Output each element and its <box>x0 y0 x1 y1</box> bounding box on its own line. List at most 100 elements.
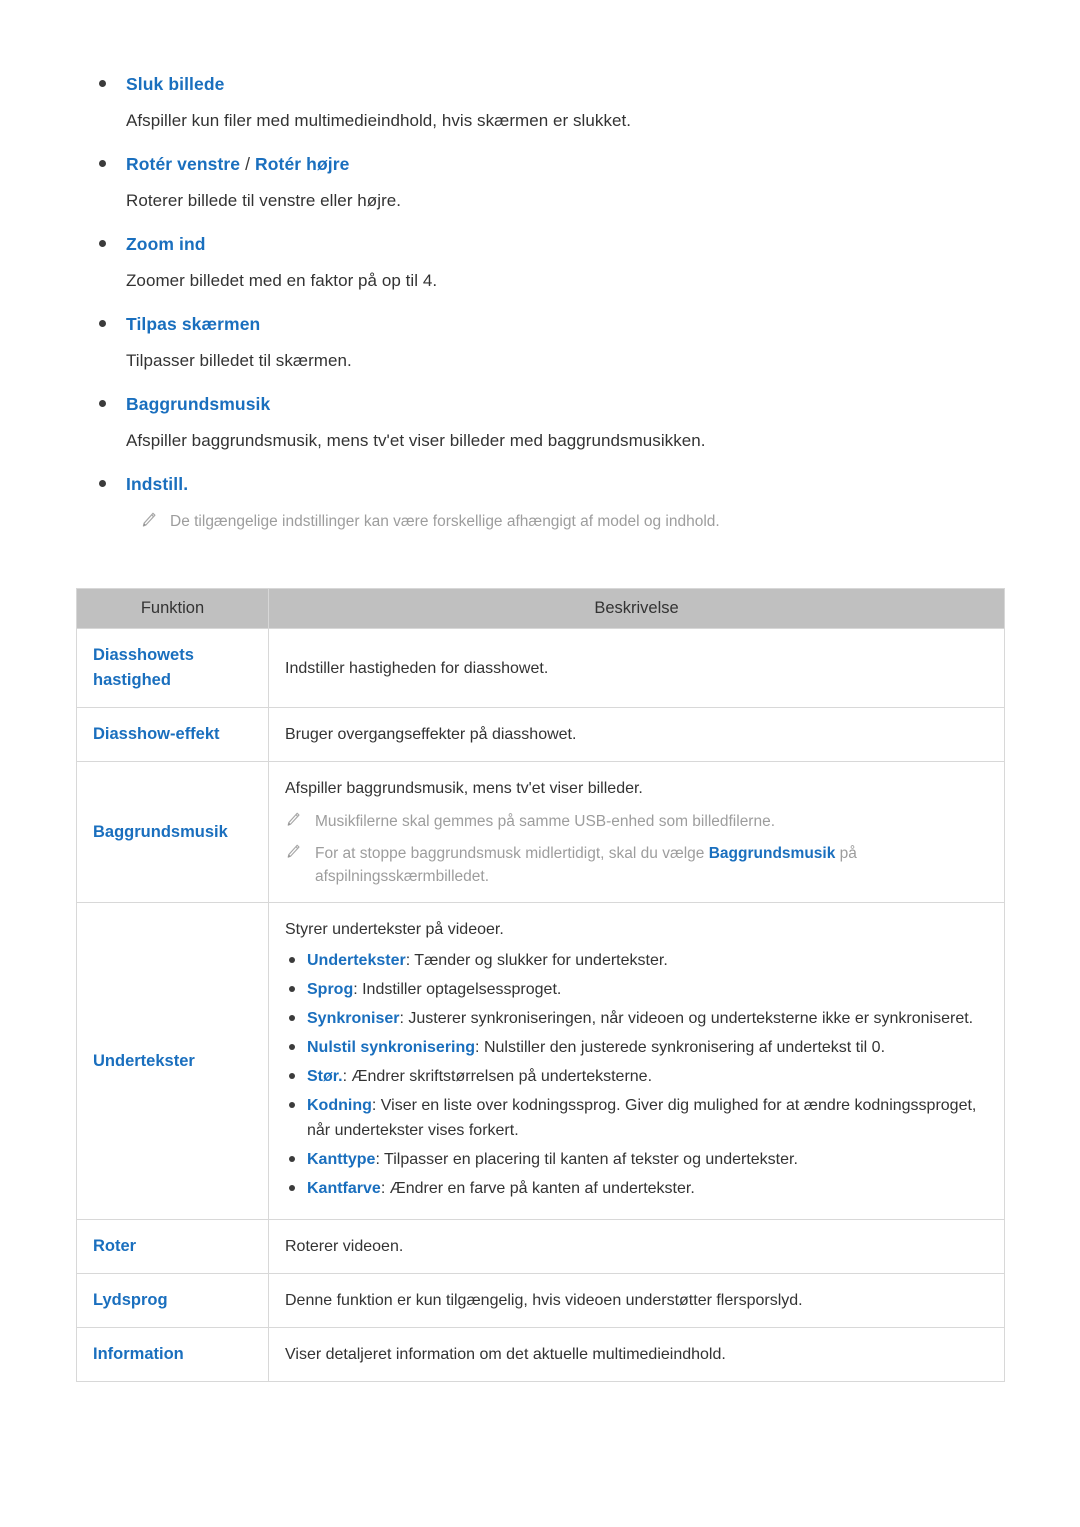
feature-link[interactable]: Rotér venstre <box>126 154 240 174</box>
page-note-text: De tilgængelige indstillinger kan være f… <box>170 513 720 530</box>
option-description: : Tilpasser en placering til kanten af t… <box>375 1151 798 1168</box>
description-text: Denne funktion er kun tilgængelig, hvis … <box>285 1292 803 1309</box>
list-item: Kodning: Viser en liste over kodningsspr… <box>285 1093 988 1143</box>
list-item: Sprog: Indstiller optagelsessproget. <box>285 977 988 1002</box>
pencil-icon <box>285 812 300 829</box>
table-row: Undertekster Styrer undertekster på video… <box>76 902 1005 1220</box>
feature-link[interactable]: Zoom ind <box>126 234 206 254</box>
description-bullet-list: Undertekster: Tænder og slukker for unde… <box>285 948 988 1201</box>
table-body: Diasshowets hastighed Indstiller hastighe… <box>76 628 1005 1382</box>
table-cell-function[interactable]: Information <box>76 1327 269 1382</box>
list-item: Undertekster: Tænder og slukker for unde… <box>285 948 988 973</box>
table-cell-function[interactable]: Roter <box>76 1219 269 1274</box>
feature-item: Baggrundsmusik Afspiller baggrundsmusik, … <box>96 392 1016 454</box>
bullet-icon <box>289 1102 295 1108</box>
inline-link[interactable]: Baggrundsmusik <box>709 845 836 862</box>
table-cell-description: Afspiller baggrundsmusik, mens tv'et vis… <box>268 761 1005 903</box>
option-name[interactable]: Kanttype <box>307 1151 375 1168</box>
feature-title: Tilpas skærmen <box>126 312 1016 336</box>
feature-item: Sluk billede Afspiller kun filer med mult… <box>96 72 1016 134</box>
option-name[interactable]: Synkroniser <box>307 1010 399 1027</box>
bullet-icon <box>289 1185 295 1191</box>
option-name[interactable]: Sprog <box>307 981 353 998</box>
note-text: Musikfilerne skal gemmes på samme USB-en… <box>315 813 776 830</box>
list-item: Synkroniser: Justerer synkroniseringen, … <box>285 1006 988 1031</box>
table-cell-function[interactable]: Diasshowets hastighed <box>76 628 269 708</box>
description-text: Styrer undertekster på videoer. <box>285 921 504 938</box>
table-cell-description: Styrer undertekster på videoer. Underteks… <box>268 902 1005 1220</box>
pencil-icon <box>140 512 156 530</box>
table-cell-function[interactable]: Baggrundsmusik <box>76 761 269 903</box>
option-name[interactable]: Kantfarve <box>307 1180 381 1197</box>
settings-table: Funktion Beskrivelse Diasshowets hastigh… <box>76 588 1005 1382</box>
bullet-icon <box>289 957 295 963</box>
feature-description: Tilpasser billedet til skærmen. <box>126 351 352 370</box>
option-description: : Ændrer skriftstørrelsen på undertekste… <box>342 1068 653 1085</box>
table-row: Roter Roterer videoen. <box>76 1219 1005 1274</box>
bullet-icon <box>99 240 106 247</box>
document-page: Sluk billede Afspiller kun filer med mult… <box>0 0 1080 1527</box>
title-separator: / <box>240 154 256 174</box>
list-item: Stør.: Ændrer skriftstørrelsen på undert… <box>285 1064 988 1089</box>
table-cell-description: Denne funktion er kun tilgængelig, hvis … <box>268 1273 1005 1328</box>
bullet-icon <box>99 320 106 327</box>
bullet-icon <box>99 480 106 487</box>
bullet-icon <box>99 160 106 167</box>
feature-item: Tilpas skærmen Tilpasser billedet til skæ… <box>96 312 1016 374</box>
feature-description: Zoomer billedet med en faktor på op til … <box>126 271 438 290</box>
table-header-row: Funktion Beskrivelse <box>76 588 1005 629</box>
feature-title: Zoom ind <box>126 232 1016 256</box>
option-name[interactable]: Stør. <box>307 1068 343 1085</box>
option-name[interactable]: Kodning <box>307 1097 372 1114</box>
option-description: : Justerer synkroniseringen, når videoen… <box>399 1010 974 1027</box>
option-name[interactable]: Undertekster <box>307 952 406 969</box>
feature-link[interactable]: Tilpas skærmen <box>126 314 260 334</box>
bullet-icon <box>289 1156 295 1162</box>
bullet-icon <box>289 986 295 992</box>
feature-item: Zoom ind Zoomer billedet med en faktor på… <box>96 232 1016 294</box>
column-header-beskrivelse: Beskrivelse <box>268 588 1005 629</box>
feature-item: Indstill. De tilgængelige indstillinger k… <box>96 472 1016 533</box>
description-text: Bruger overgangseffekter på diasshowet. <box>285 726 577 743</box>
list-item: Nulstil synkronisering: Nulstiller den j… <box>285 1035 988 1060</box>
option-description: : Ændrer en farve på kanten af underteks… <box>380 1180 695 1197</box>
bullet-icon <box>289 1073 295 1079</box>
feature-description: Roterer billede til venstre eller højre. <box>126 191 402 210</box>
feature-title: Indstill. <box>126 472 1016 496</box>
table-cell-function[interactable]: Diasshow-effekt <box>76 707 269 762</box>
feature-title: Rotér venstre / Rotér højre <box>126 152 1016 176</box>
table-cell-function[interactable]: Undertekster <box>76 902 269 1220</box>
table-cell-function[interactable]: Lydsprog <box>76 1273 269 1328</box>
bullet-icon <box>289 1015 295 1021</box>
feature-link[interactable]: Indstill. <box>126 474 188 494</box>
cell-note: Musikfilerne skal gemmes på samme USB-en… <box>285 810 988 833</box>
option-name[interactable]: Nulstil synkronisering <box>307 1039 475 1056</box>
description-text: Indstiller hastigheden for diasshowet. <box>285 659 549 677</box>
option-description: : Tænder og slukker for undertekster. <box>405 952 668 969</box>
feature-title: Sluk billede <box>126 72 1016 96</box>
description-text: Roterer videoen. <box>285 1238 404 1255</box>
feature-link[interactable]: Rotér højre <box>255 154 349 174</box>
feature-link[interactable]: Baggrundsmusik <box>126 394 270 414</box>
table-cell-description: Indstiller hastigheden for diasshowet. <box>268 628 1005 708</box>
column-header-funktion: Funktion <box>76 588 269 629</box>
list-item: Kanttype: Tilpasser en placering til kan… <box>285 1147 988 1172</box>
bullet-icon <box>289 1044 295 1050</box>
bullet-icon <box>99 80 106 87</box>
bullet-icon <box>99 400 106 407</box>
feature-title: Baggrundsmusik <box>126 392 1016 416</box>
option-description: : Viser en liste over kodningssprog. Giv… <box>307 1097 977 1139</box>
description-text: Viser detaljeret information om det aktu… <box>285 1346 726 1363</box>
table-cell-description: Roterer videoen. <box>268 1219 1005 1274</box>
table-cell-description: Bruger overgangseffekter på diasshowet. <box>268 707 1005 762</box>
table-row: Diasshow-effekt Bruger overgangseffekter … <box>76 707 1005 762</box>
option-description: : Nulstiller den justerede synkroniserin… <box>475 1039 886 1056</box>
table-row: Diasshowets hastighed Indstiller hastighe… <box>76 628 1005 708</box>
table-cell-description: Viser detaljeret information om det aktu… <box>268 1327 1005 1382</box>
feature-item: Rotér venstre / Rotér højre Roterer bille… <box>96 152 1016 214</box>
feature-description: Afspiller baggrundsmusik, mens tv'et vis… <box>126 431 706 450</box>
list-item: Kantfarve: Ændrer en farve på kanten af … <box>285 1176 988 1201</box>
table-row: Baggrundsmusik Afspiller baggrundsmusik, … <box>76 761 1005 903</box>
feature-link[interactable]: Sluk billede <box>126 74 224 94</box>
table-row: Information Viser detaljeret information … <box>76 1327 1005 1382</box>
